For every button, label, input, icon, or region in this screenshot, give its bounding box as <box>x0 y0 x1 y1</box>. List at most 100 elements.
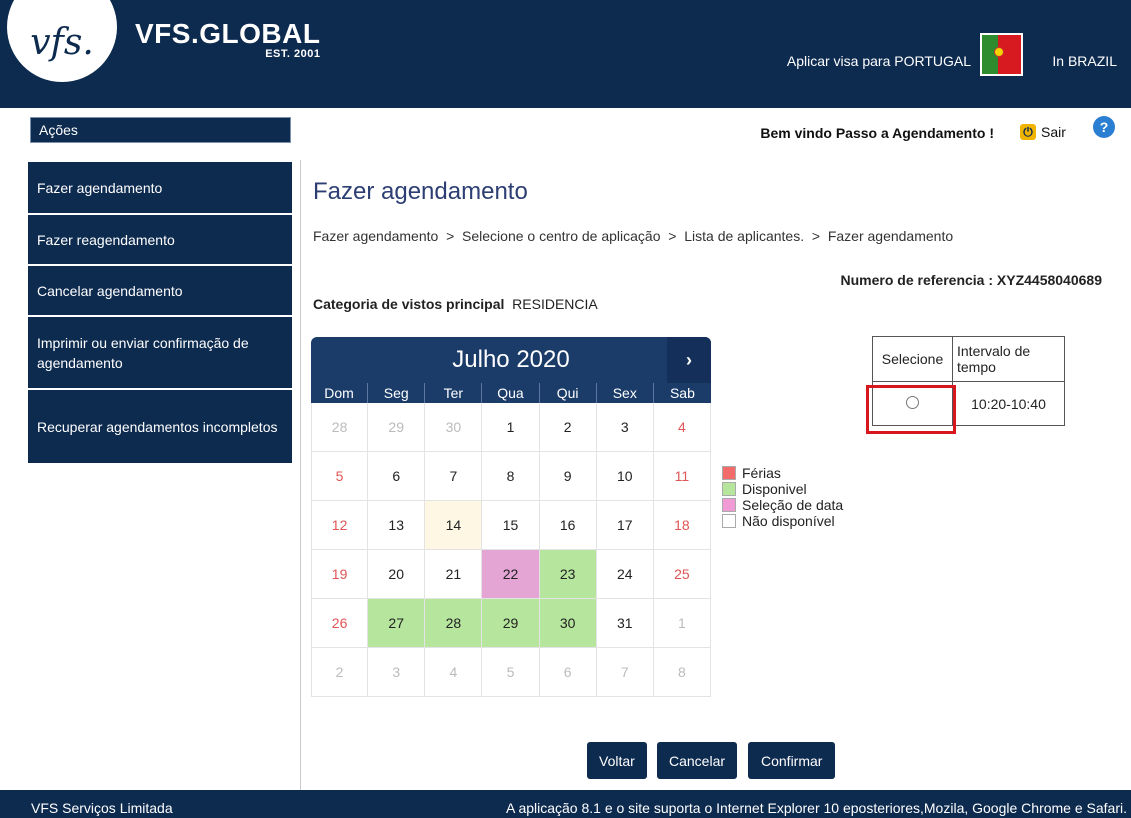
calendar-week: 2345678 <box>311 648 711 697</box>
sidebar-item-fazer-agendamento[interactable]: Fazer agendamento <box>28 162 292 215</box>
calendar-day: 20 <box>368 550 426 599</box>
calendar-day[interactable]: 22 <box>482 550 540 599</box>
vertical-divider <box>300 160 301 790</box>
legend-swatch <box>722 466 736 480</box>
vfs-logo[interactable]: vfs. <box>7 0 117 82</box>
footer-browser-support: A aplicação 8.1 e o site suporta o Inter… <box>505 800 1127 816</box>
footer-company: VFS Serviços Limitada <box>31 800 173 816</box>
column-header-interval: Intervalo de tempo <box>952 336 1065 382</box>
portugal-flag-icon <box>980 33 1023 76</box>
sidebar-item-label: Cancelar agendamento <box>37 282 183 299</box>
calendar-day: 9 <box>539 452 597 501</box>
legend-swatch <box>722 514 736 528</box>
apply-visa-text: Aplicar visa para PORTUGAL <box>786 53 971 69</box>
sidebar-item-label: Imprimir ou enviar confirmação de agenda… <box>37 334 249 371</box>
next-month-button[interactable]: › <box>667 337 711 383</box>
calendar-week: 12 13 14 15 16 17 18 <box>311 501 711 550</box>
sidebar-item-recuperar[interactable]: Recuperar agendamentos incompletos <box>28 390 292 465</box>
category-label: Categoria de vistos principal <box>313 296 505 312</box>
legend-item: Férias <box>722 465 843 481</box>
page-title: Fazer agendamento <box>313 178 528 205</box>
weekday-label: Qua <box>482 383 540 403</box>
calendar-header: Julho 2020 › <box>311 337 711 383</box>
calendar-day: 12 <box>311 501 369 550</box>
calendar-week: 28 29 30 1 2 3 4 <box>311 403 711 452</box>
calendar-day: 19 <box>311 550 369 599</box>
calendar-day: 7 <box>596 648 654 697</box>
weekday-label: Qui <box>540 383 597 403</box>
weekday-label: Ter <box>425 383 483 403</box>
legend-item: Seleção de data <box>722 497 843 513</box>
calendar-month: Julho 2020 <box>452 346 570 373</box>
legend-label: Disponivel <box>742 481 807 497</box>
sidebar-item-reagendamento[interactable]: Fazer reagendamento <box>28 215 292 266</box>
column-header-select: Selecione <box>872 336 953 382</box>
sidebar-item-label: Fazer agendamento <box>37 179 163 196</box>
calendar-week: 26 27 28 29 30 31 1 <box>311 599 711 648</box>
cancel-button[interactable]: Cancelar <box>657 742 738 779</box>
calendar-day: 29 <box>368 403 426 452</box>
calendar-day: 15 <box>482 501 540 550</box>
weekday-header: Dom Seg Ter Qua Qui Sex Sab <box>311 383 711 403</box>
calendar-day: 4 <box>425 648 483 697</box>
calendar-day[interactable]: 28 <box>425 599 483 648</box>
calendar-week: 5 6 7 8 9 10 11 <box>311 452 711 501</box>
calendar-day[interactable]: 30 <box>539 599 597 648</box>
calendar-day: 25 <box>653 550 711 599</box>
calendar-day: 3 <box>368 648 426 697</box>
calendar-week: 19 20 21 22 23 24 25 <box>311 550 711 599</box>
calendar-day: 8 <box>653 648 711 697</box>
logout-button[interactable]: ⏻ Sair <box>1020 124 1066 140</box>
sidebar: Fazer agendamento Fazer reagendamento Ca… <box>28 162 292 465</box>
back-button[interactable]: Voltar <box>587 742 647 779</box>
calendar-day: 28 <box>311 403 369 452</box>
calendar-day: 7 <box>425 452 483 501</box>
calendar-day[interactable]: 29 <box>482 599 540 648</box>
calendar-day: 5 <box>482 648 540 697</box>
calendar-day: 6 <box>368 452 426 501</box>
calendar-day: 13 <box>368 501 426 550</box>
calendar-day: 14 <box>425 501 483 550</box>
calendar-day: 2 <box>539 403 597 452</box>
calendar: Julho 2020 › Dom Seg Ter Qua Qui Sex Sab 28 29 3… <box>311 337 711 697</box>
brand: VFS.GLOBAL EST. 2001 <box>135 18 320 60</box>
sidebar-item-label: Recuperar agendamentos incompletos <box>37 418 278 435</box>
power-icon: ⏻ <box>1020 124 1036 140</box>
legend-label: Não disponível <box>742 513 835 529</box>
calendar-day: 10 <box>596 452 654 501</box>
legend-swatch <box>722 482 736 496</box>
calendar-day: 26 <box>311 599 369 648</box>
calendar-day: 18 <box>653 501 711 550</box>
legend-label: Seleção de data <box>742 497 844 513</box>
legend-item: Não disponível <box>722 513 843 529</box>
logo-text: vfs. <box>30 21 94 63</box>
weekday-label: Sab <box>669 385 695 401</box>
calendar-day: 11 <box>653 452 711 501</box>
calendar-day: 6 <box>539 648 597 697</box>
legend-item: Disponivel <box>722 481 843 497</box>
calendar-day[interactable]: 27 <box>368 599 426 648</box>
sidebar-item-imprimir[interactable]: Imprimir ou enviar confirmação de agenda… <box>28 317 292 390</box>
category-value: RESIDENCIA <box>512 296 598 312</box>
calendar-day: 31 <box>596 599 654 648</box>
calendar-day: 17 <box>596 501 654 550</box>
visa-category: Categoria de vistos principal RESIDENCIA <box>313 296 598 312</box>
brand-name: VFS.GLOBAL <box>135 18 321 49</box>
help-icon[interactable]: ? <box>1093 116 1115 138</box>
calendar-day: 4 <box>653 403 711 452</box>
breadcrumb: Fazer agendamento > Selecione o centro d… <box>313 228 954 244</box>
calendar-day: 30 <box>425 403 483 452</box>
legend-label: Férias <box>742 465 781 481</box>
footer: VFS Serviços Limitada A aplicação 8.1 e … <box>0 790 1131 818</box>
sidebar-item-cancelar[interactable]: Cancelar agendamento <box>28 266 292 317</box>
calendar-day: 24 <box>596 550 654 599</box>
calendar-day: 1 <box>482 403 540 452</box>
calendar-day: 3 <box>596 403 654 452</box>
confirm-button[interactable]: Confirmar <box>748 742 836 779</box>
calendar-day: 21 <box>425 550 483 599</box>
welcome-message: Bem vindo Passo a Agendamento ! <box>760 125 994 141</box>
country-text: In BRAZIL <box>1052 53 1117 69</box>
calendar-day[interactable]: 23 <box>539 550 597 599</box>
calendar-day: 1 <box>653 599 711 648</box>
calendar-legend: Férias Disponivel Seleção de data Não dispo… <box>722 465 843 529</box>
